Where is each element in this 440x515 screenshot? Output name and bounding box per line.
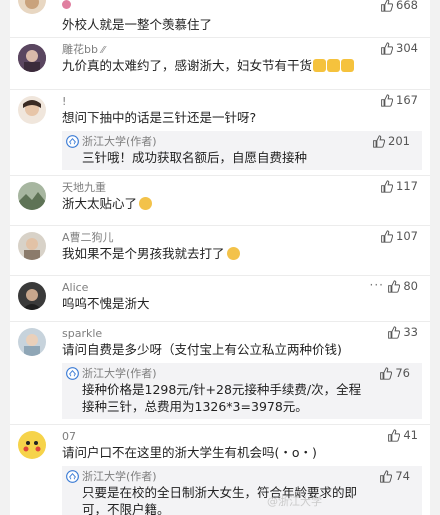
reply-username[interactable]: 浙江大学(作者) — [82, 134, 364, 149]
thumb-up-icon — [373, 134, 386, 148]
comment-list: 外校人就是一整个羡慕住了 668 雕花bb ⁄⁄ 九价真的太难约了，感谢浙大，妇… — [10, 0, 430, 515]
like-count: 668 — [396, 0, 418, 12]
thumb-up-icon — [380, 366, 393, 380]
page: 外校人就是一整个羡慕住了 668 雕花bb ⁄⁄ 九价真的太难约了，感谢浙大，妇… — [0, 0, 440, 515]
like-button[interactable]: 41 — [387, 428, 418, 442]
like-count: 201 — [388, 134, 410, 148]
comment-username[interactable]: 天地九重 — [62, 180, 422, 195]
comment-text: 我如果不是个男孩我就去打了 — [62, 245, 422, 262]
thumbs-up-emoji-icon — [327, 59, 341, 72]
thumb-up-icon — [388, 428, 401, 442]
like-count: 107 — [396, 229, 418, 243]
comment-username[interactable]: sparkle — [62, 326, 422, 341]
like-button[interactable]: 668 — [380, 0, 418, 12]
like-button[interactable]: 33 — [387, 325, 418, 339]
avatar[interactable] — [18, 182, 46, 210]
university-badge-icon — [66, 367, 79, 380]
like-button[interactable]: 107 — [380, 229, 418, 243]
thumb-up-icon — [380, 469, 393, 483]
comment-text: 请问自费是多少呀（支付宝上有公立私立两种价钱) — [62, 342, 342, 357]
comment-item: sparkle 请问自费是多少呀（支付宝上有公立私立两种价钱) 33 浙江大学(… — [10, 322, 430, 425]
like-button[interactable]: 74 — [379, 469, 410, 483]
comment-username[interactable]: Alice — [62, 280, 422, 295]
comment-username[interactable]: A曹二狗儿 — [62, 230, 422, 245]
comment-text: 想问下抽中的话是三针还是一针呀? — [62, 110, 257, 125]
thumbs-up-emoji-icon — [313, 59, 327, 72]
like-count: 33 — [403, 325, 418, 339]
reply-text: 三针哦！成功获取名额后，自愿自费接种 — [82, 150, 308, 165]
comment-text: 呜呜不愧是浙大 — [62, 296, 150, 311]
thumb-up-icon — [388, 279, 401, 293]
comment-username[interactable]: 雕花bb ⁄⁄ — [62, 42, 422, 57]
comment-item: 外校人就是一整个羡慕住了 668 — [10, 0, 430, 38]
comment-item: ! 想问下抽中的话是三针还是一针呀? 167 浙江大学(作者) 三针哦！成功获取… — [10, 90, 430, 176]
comment-text: 浙大太贴心了 — [62, 195, 422, 212]
thumb-up-icon — [381, 179, 394, 193]
comment-item: 07 请问户口不在这里的浙大学生有机会吗(・o・) 41 浙江大学(作者) 只要… — [10, 425, 430, 515]
like-count: 304 — [396, 41, 418, 55]
more-options-button[interactable]: ··· — [370, 278, 384, 292]
thumb-up-icon — [388, 325, 401, 339]
flower-icon — [62, 0, 71, 9]
like-count: 80 — [403, 279, 418, 293]
cat-face-emoji-icon — [226, 247, 240, 260]
university-badge-icon — [66, 135, 79, 148]
comment-item: 天地九重 浙大太贴心了 117 — [10, 176, 430, 226]
like-button[interactable]: 167 — [380, 93, 418, 107]
like-count: 74 — [395, 469, 410, 483]
comment-username[interactable]: 07 — [62, 429, 422, 444]
comment-text: 外校人就是一整个羡慕住了 — [62, 17, 213, 32]
avatar[interactable] — [18, 328, 46, 356]
like-button[interactable]: 117 — [380, 179, 418, 193]
thumb-up-icon — [381, 41, 394, 55]
avatar[interactable] — [18, 282, 46, 310]
avatar[interactable] — [18, 232, 46, 260]
comment-item: A曹二狗儿 我如果不是个男孩我就去打了 107 — [10, 226, 430, 276]
comment-username[interactable]: ! — [62, 94, 422, 109]
avatar[interactable] — [18, 431, 46, 459]
thumb-up-icon — [381, 0, 394, 12]
author-reply: 浙江大学(作者) 只要是在校的全日制浙大女生，符合年龄要求的即可，不限户籍。 7… — [62, 466, 422, 515]
reply-username[interactable]: 浙江大学(作者) — [82, 366, 364, 381]
avatar[interactable] — [18, 96, 46, 124]
reply-username[interactable]: 浙江大学(作者) — [82, 469, 364, 484]
like-count: 167 — [396, 93, 418, 107]
comment-username[interactable] — [62, 0, 422, 10]
like-count: 41 — [403, 428, 418, 442]
heart-face-emoji-icon — [139, 197, 153, 210]
comment-text: 请问户口不在这里的浙大学生有机会吗(・o・) — [62, 445, 317, 460]
thumb-up-icon — [381, 229, 394, 243]
comment-text: 九价真的太难约了，感谢浙大，妇女节有干货 — [62, 57, 422, 74]
like-count: 76 — [395, 366, 410, 380]
avatar[interactable] — [18, 0, 46, 14]
like-button[interactable]: 304 — [380, 41, 418, 55]
like-count: 117 — [396, 179, 418, 193]
feather-icon: ⁄⁄ — [101, 45, 105, 56]
like-button[interactable]: 76 — [379, 366, 410, 380]
university-badge-icon — [66, 470, 79, 483]
reply-text: 接种价格是1298元/针+28元接种手续费/次，全程接种三针，总费用为1326*… — [82, 382, 362, 414]
watermark: @浙江大学 — [267, 495, 322, 508]
author-reply: 浙江大学(作者) 接种价格是1298元/针+28元接种手续费/次，全程接种三针，… — [62, 363, 422, 419]
thumbs-up-emoji-icon — [341, 59, 355, 72]
comment-item: Alice 呜呜不愧是浙大 ··· 80 — [10, 276, 430, 322]
comment-item: 雕花bb ⁄⁄ 九价真的太难约了，感谢浙大，妇女节有干货 304 — [10, 38, 430, 90]
like-button[interactable]: 201 — [372, 134, 410, 148]
avatar[interactable] — [18, 44, 46, 72]
author-reply: 浙江大学(作者) 三针哦！成功获取名额后，自愿自费接种 201 — [62, 131, 422, 170]
thumb-up-icon — [381, 93, 394, 107]
like-button[interactable]: 80 — [387, 279, 418, 293]
